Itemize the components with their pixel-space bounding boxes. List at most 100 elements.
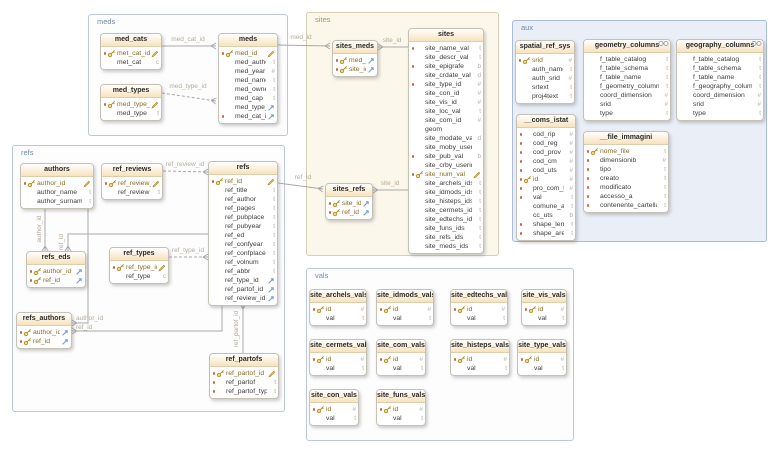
column-row[interactable]: med_type_id [219,103,277,112]
column-row[interactable]: author_id [17,328,71,337]
column-row[interactable]: met_cat_id [101,49,161,58]
column-row[interactable]: med_year# [219,67,277,76]
table-site_con_vals[interactable]: site_con_vals id#valt [309,389,359,426]
table-geography_columns[interactable]: geography_columnsf_table_catalogtf_table… [676,39,764,121]
column-row[interactable]: ref_confplacet [209,249,277,258]
column-row[interactable]: site_meds_idst [409,242,483,251]
column-row[interactable]: met_catc [101,58,161,67]
column-row[interactable]: comune_at [517,202,575,211]
column-row[interactable]: ref_pubyeart [209,222,277,231]
column-row[interactable]: ref_review_id [102,179,162,188]
table-title[interactable]: sites [409,29,483,42]
table-title[interactable]: site_idmods_vals [377,290,433,303]
table-title[interactable]: site_con_vals [310,390,358,403]
column-row[interactable]: cod_cm# [517,157,575,166]
column-row[interactable]: f_table_schemat [584,64,670,73]
column-row[interactable]: shape_areat [517,229,575,238]
column-row[interactable]: ref_pubplacet [209,213,277,222]
column-row[interactable]: auth_namet [516,65,574,74]
table-title[interactable]: geography_columns [677,40,763,53]
table-title[interactable]: site_edtechs_vals [451,290,507,303]
table-title[interactable]: site_histeps_vals [451,340,509,353]
column-row[interactable]: ref_id [27,276,85,285]
column-row[interactable]: f_table_schemat [677,64,763,73]
table-ref_partofs[interactable]: ref_partofsref_partof_idref_partoftref_p… [209,353,279,399]
table-title[interactable]: ref_partofs [210,354,278,367]
table-title[interactable]: site_com_vals [377,340,425,353]
table-site_edtechs_vals[interactable]: site_edtechs_valsid#valt [450,289,508,326]
table-title[interactable]: authors [21,164,93,177]
table-__coms_istat[interactable]: __coms_istatcod_rip#cod_reg#cod_prov#cod… [516,114,576,241]
table-sites[interactable]: sitessite_name_valtsite_descr_valtsite_e… [408,28,484,254]
column-row[interactable]: site_type_id# [409,80,483,89]
table-title[interactable]: sites_refs [326,184,372,197]
column-row[interactable]: author_id [27,267,85,276]
column-row[interactable]: coord_dimension# [677,91,763,100]
column-row[interactable]: id# [518,355,566,364]
column-row[interactable]: site_vis_id# [409,98,483,107]
column-row[interactable]: srid# [677,100,763,109]
column-row[interactable]: id# [310,405,358,414]
column-row[interactable]: id# [310,355,366,364]
table-ref_types[interactable]: ref_typesref_type_idref_typec [109,247,169,284]
column-row[interactable]: valt [377,314,433,323]
column-row[interactable]: med_cat_id [219,112,277,121]
column-row[interactable]: ref_reviewt [102,188,162,197]
column-row[interactable]: creatot [584,174,668,183]
column-row[interactable]: ref_id [209,177,277,186]
column-row[interactable]: typet [584,109,670,118]
table-med_types[interactable]: med_typesmed_type_idmed_typet [100,84,162,121]
column-row[interactable]: modificatot [584,183,668,192]
column-row[interactable]: accesso_at [584,192,668,201]
column-row[interactable]: cc_utsb [517,211,575,220]
column-row[interactable]: coord_dimension# [584,91,670,100]
column-row[interactable]: id# [517,175,575,184]
column-row[interactable]: site_edtechs_idst [409,215,483,224]
column-row[interactable]: site_pub_valb [409,152,483,161]
table-title[interactable]: site_funs_vals [377,390,425,403]
table-title[interactable]: geometry_columns [584,40,670,53]
column-row[interactable]: ref_titlet [209,186,277,195]
table-site_type_vals[interactable]: site_type_valsid#valt [517,339,567,376]
table-site_idmods_vals[interactable]: site_idmods_valsid#valt [376,289,434,326]
column-row[interactable]: author_surnamet [21,197,93,206]
table-title[interactable]: refs [209,162,277,175]
column-row[interactable]: ref_typec [110,272,168,281]
table-title[interactable]: ref_reviews [102,164,162,177]
column-row[interactable]: med_capt [219,94,277,103]
column-row[interactable]: proj4textt [516,92,574,101]
column-row[interactable]: ref_pagest [209,204,277,213]
table-spatial_ref_sys[interactable]: spatial_ref_syssrid#auth_nametauth_srid#… [515,40,575,104]
table-title[interactable]: spatial_ref_sys [516,41,574,54]
table-title[interactable]: med_cats [101,34,161,47]
column-row[interactable]: ref_partof_id [209,285,277,294]
column-row[interactable]: ref_partoft [210,378,278,387]
column-row[interactable]: cod_rip# [517,130,575,139]
table-site_vis_vals[interactable]: site_vis_valsid#valt [521,289,567,326]
table-refs_authors[interactable]: refs_authorsauthor_idref_id [16,312,72,349]
column-row[interactable]: valt [310,414,358,423]
column-row[interactable]: author_id [21,179,93,188]
column-row[interactable]: pro_com_t# [517,184,575,193]
column-row[interactable]: site_cermets_idst [409,206,483,215]
column-row[interactable]: ref_authort [209,195,277,204]
column-row[interactable]: f_geography_columnt [677,82,763,91]
column-row[interactable]: site_moby_userid [409,143,483,152]
column-row[interactable]: site_idmods_idst [409,188,483,197]
column-row[interactable]: med_id [219,49,277,58]
column-row[interactable]: ref_type_id [209,276,277,285]
column-row[interactable]: site_name_valt [409,44,483,53]
column-row[interactable]: srtextt [516,83,574,92]
column-row[interactable]: site_refs_idst [409,233,483,242]
table-title[interactable]: sites_meds [333,41,377,54]
column-row[interactable]: med_id [333,56,377,65]
column-row[interactable]: ref_partof_id [210,369,278,378]
column-row[interactable]: f_table_namet [584,73,670,82]
table-title[interactable]: med_types [101,85,161,98]
column-row[interactable]: tipot [584,165,668,174]
column-row[interactable]: site_crdate_vald [409,71,483,80]
column-row[interactable]: geom [409,125,483,134]
table-title[interactable]: site_cermets_vals [310,340,366,353]
column-row[interactable]: cod_reg# [517,139,575,148]
column-row[interactable]: valt [451,314,507,323]
